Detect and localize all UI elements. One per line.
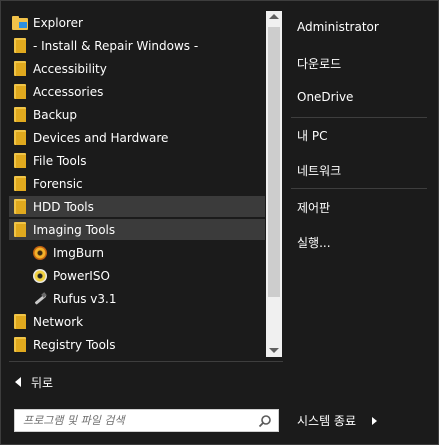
program-label: Network — [33, 314, 84, 329]
program-item-forensic[interactable]: Forensic — [9, 173, 265, 194]
program-list: Explorer - Install & Repair Windows - Ac… — [9, 11, 265, 357]
program-label: ImgBurn — [53, 245, 105, 260]
search-icon[interactable] — [258, 414, 272, 428]
program-label: Forensic — [33, 176, 83, 191]
folder-icon — [14, 84, 26, 99]
program-item-imgburn[interactable]: ImgBurn — [9, 242, 265, 263]
program-item-rufus[interactable]: Rufus v3.1 — [9, 288, 265, 309]
folder-icon — [14, 38, 26, 53]
program-item-install-repair[interactable]: - Install & Repair Windows - — [9, 35, 265, 56]
program-label: Registry Tools — [33, 337, 116, 352]
right-panel: Administrator 다운로드 OneDrive 내 PC 네트워크 제어… — [284, 1, 439, 445]
program-item-network[interactable]: Network — [9, 311, 265, 332]
back-button[interactable]: 뒤로 — [15, 373, 53, 391]
shutdown-button[interactable]: 시스템 종료 — [297, 412, 378, 429]
folder-icon — [14, 107, 26, 122]
divider — [291, 117, 427, 118]
program-item-file-tools[interactable]: File Tools — [9, 150, 265, 171]
program-label: Imaging Tools — [33, 222, 116, 237]
program-item-hdd-tools[interactable]: HDD Tools — [9, 196, 265, 217]
chevron-right-icon[interactable] — [372, 416, 378, 425]
divider — [9, 361, 283, 362]
poweriso-icon — [33, 268, 47, 283]
program-label: - Install & Repair Windows - — [33, 38, 199, 53]
program-list-scrollbar[interactable] — [266, 11, 282, 357]
folder-icon — [14, 130, 26, 145]
scroll-up-arrow-icon[interactable] — [269, 14, 279, 19]
program-label: Backup — [33, 107, 77, 122]
program-label: Devices and Hardware — [33, 130, 169, 145]
program-label: Accessories — [33, 84, 104, 99]
right-item-downloads[interactable]: 다운로드 — [297, 55, 341, 72]
search-box[interactable] — [14, 409, 279, 432]
start-menu: Explorer - Install & Repair Windows - Ac… — [0, 0, 439, 445]
search-input[interactable] — [15, 414, 245, 427]
right-item-control-panel[interactable]: 제어판 — [297, 199, 330, 216]
program-item-imaging-tools[interactable]: Imaging Tools — [9, 219, 265, 240]
program-label: HDD Tools — [33, 199, 94, 214]
folder-icon — [14, 337, 26, 352]
program-item-explorer[interactable]: Explorer — [9, 12, 265, 33]
program-label: Accessibility — [33, 61, 107, 76]
right-item-this-pc[interactable]: 내 PC — [297, 127, 327, 144]
folder-icon — [14, 153, 26, 168]
program-item-poweriso[interactable]: PowerISO — [9, 265, 265, 286]
scroll-down-arrow-icon[interactable] — [269, 348, 279, 353]
program-item-devices-hardware[interactable]: Devices and Hardware — [9, 127, 265, 148]
program-label: Rufus v3.1 — [53, 291, 117, 306]
shutdown-label: 시스템 종료 — [297, 414, 357, 428]
back-arrow-icon — [15, 377, 21, 387]
program-item-backup[interactable]: Backup — [9, 104, 265, 125]
right-item-onedrive[interactable]: OneDrive — [297, 90, 353, 104]
program-label: File Tools — [33, 153, 87, 168]
folder-icon — [14, 199, 26, 214]
program-item-accessibility[interactable]: Accessibility — [9, 58, 265, 79]
program-item-registry-tools[interactable]: Registry Tools — [9, 334, 265, 355]
imgburn-icon — [33, 245, 47, 260]
right-item-run[interactable]: 실행... — [297, 234, 331, 251]
divider — [291, 188, 427, 189]
back-label: 뒤로 — [31, 375, 54, 390]
scroll-thumb[interactable] — [268, 27, 280, 297]
program-label: Explorer — [33, 15, 83, 30]
right-item-user[interactable]: Administrator — [297, 20, 379, 34]
program-item-accessories[interactable]: Accessories — [9, 81, 265, 102]
usb-drive-icon — [33, 291, 47, 306]
program-label: PowerISO — [53, 268, 110, 283]
right-item-network[interactable]: 네트워크 — [297, 162, 341, 179]
folder-open-icon — [14, 222, 26, 237]
folder-icon — [14, 314, 26, 329]
folder-icon — [14, 61, 26, 76]
folder-icon — [14, 176, 26, 191]
file-explorer-icon — [12, 15, 28, 30]
